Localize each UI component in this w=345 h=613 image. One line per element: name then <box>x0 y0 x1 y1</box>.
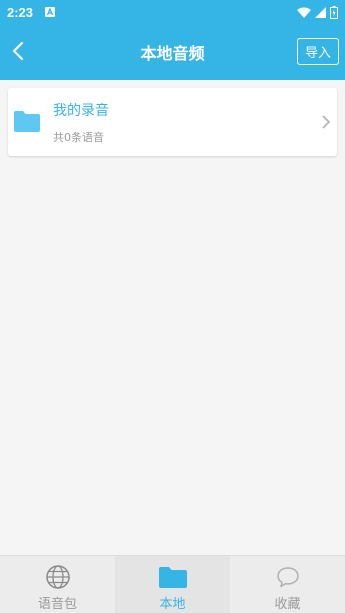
signal-icon <box>315 6 326 18</box>
tab-label: 语音包 <box>37 597 77 612</box>
wifi-icon <box>297 7 311 18</box>
status-time: 2:23 <box>7 4 34 20</box>
page-title: 本地音频 <box>140 44 205 63</box>
folder-count: 共0条语音 <box>53 131 104 144</box>
bottom-tab-bar: 语音包 本地 收藏 <box>0 555 345 613</box>
tab-local[interactable]: 本地 <box>115 556 230 613</box>
globe-icon <box>44 564 72 590</box>
tab-voice-pack[interactable]: 语音包 <box>0 556 115 613</box>
status-bar: 2:23 <box>0 0 345 24</box>
app-bar: 本地音频 导入 <box>0 24 345 80</box>
status-icons <box>297 5 338 19</box>
tab-label: 收藏 <box>274 597 301 612</box>
tab-label: 本地 <box>159 597 186 612</box>
import-button[interactable]: 导入 <box>297 38 339 65</box>
folder-list-item[interactable]: 我的录音 共0条语音 <box>8 88 337 156</box>
chat-bubble-icon <box>274 564 302 590</box>
chevron-right-icon <box>322 115 331 129</box>
chevron-left-icon <box>12 41 24 61</box>
folder-title: 我的录音 <box>53 103 109 119</box>
battery-icon <box>330 5 338 19</box>
tab-favorites[interactable]: 收藏 <box>230 556 345 613</box>
folder-icon <box>158 564 187 590</box>
notification-a-icon <box>45 7 56 17</box>
back-button[interactable] <box>6 36 30 66</box>
folder-icon <box>14 111 40 132</box>
